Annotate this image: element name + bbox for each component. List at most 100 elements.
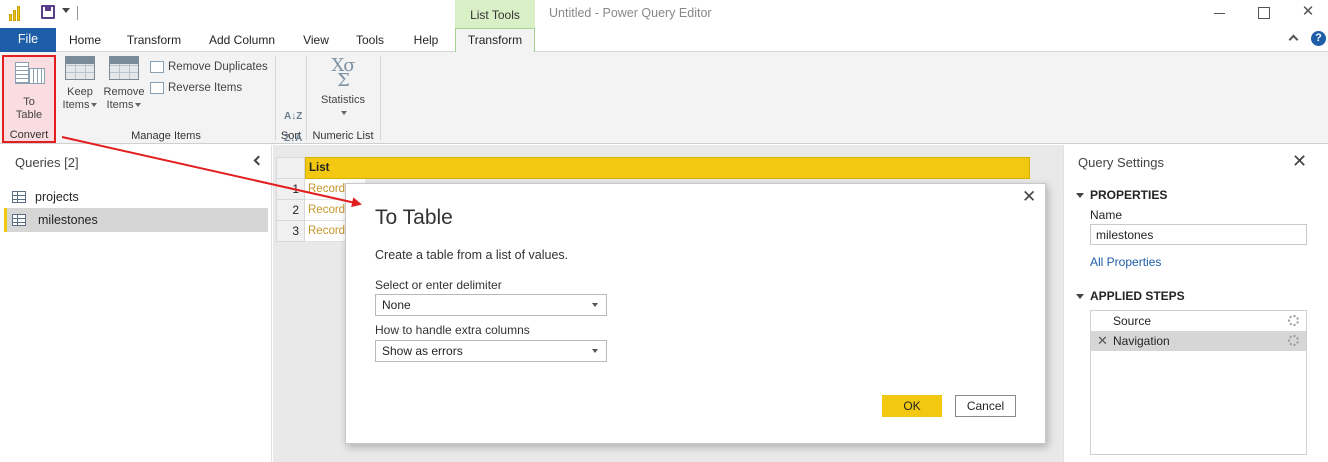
collapse-ribbon-icon[interactable] bbox=[1288, 34, 1299, 45]
ribbon: To Table Convert Keep Items Remove Items… bbox=[0, 52, 1328, 144]
applied-steps-list: Source ✕ Navigation bbox=[1090, 310, 1307, 455]
list-tools-context-header: List Tools bbox=[455, 0, 535, 28]
remove-items-label-line1: Remove bbox=[103, 86, 145, 98]
tab-help[interactable]: Help bbox=[404, 28, 448, 52]
dialog-title: To Table bbox=[375, 206, 453, 229]
window-title: Untitled - Power Query Editor bbox=[549, 6, 712, 20]
dialog-close-icon[interactable]: ✕ bbox=[1022, 187, 1036, 207]
ribbon-group-sort: Sort bbox=[276, 52, 306, 144]
collapse-triangle-icon bbox=[1076, 294, 1084, 300]
extra-columns-select[interactable]: Show as errors bbox=[375, 340, 607, 362]
tab-add-column[interactable]: Add Column bbox=[202, 28, 282, 52]
sort-ascending-icon[interactable]: A↓Z bbox=[284, 112, 302, 122]
keep-items-label-line1: Keep bbox=[67, 86, 93, 98]
keep-items-label-line2: Items bbox=[62, 99, 90, 111]
maximize-button[interactable] bbox=[1254, 4, 1274, 22]
tab-tools[interactable]: Tools bbox=[350, 28, 390, 52]
remove-items-icon bbox=[109, 56, 139, 80]
column-header-list[interactable]: List bbox=[305, 157, 1030, 179]
ribbon-separator bbox=[380, 56, 381, 140]
applied-steps-section-header[interactable]: APPLIED STEPS bbox=[1076, 289, 1185, 303]
to-table-label-line1: To bbox=[23, 96, 35, 108]
name-label: Name bbox=[1090, 208, 1123, 222]
collapse-queries-icon[interactable] bbox=[253, 155, 264, 166]
queries-pane: Queries [2] projects milestones bbox=[0, 145, 272, 462]
save-icon[interactable] bbox=[41, 5, 55, 19]
query-item-milestones[interactable]: milestones bbox=[4, 208, 268, 232]
remove-duplicates-icon bbox=[150, 61, 164, 73]
statistics-icon: Χσ Σ bbox=[331, 55, 355, 91]
power-bi-logo-icon bbox=[9, 5, 23, 21]
reverse-items-button[interactable]: Reverse Items bbox=[148, 79, 242, 97]
cancel-button[interactable]: Cancel bbox=[955, 395, 1016, 417]
group-label-manage-items: Manage Items bbox=[131, 130, 201, 142]
applied-steps-heading: APPLIED STEPS bbox=[1090, 289, 1185, 303]
step-navigation[interactable]: ✕ Navigation bbox=[1091, 331, 1306, 351]
row-number[interactable]: 3 bbox=[276, 221, 305, 242]
gear-icon[interactable] bbox=[1288, 335, 1299, 346]
step-label: Navigation bbox=[1113, 334, 1170, 348]
query-settings-pane: Query Settings ✕ PROPERTIES Name All Pro… bbox=[1063, 145, 1328, 462]
ribbon-group-numeric-list: Χσ Σ Statistics Numeric List bbox=[307, 52, 379, 144]
statistics-label: Statistics bbox=[320, 94, 365, 106]
keep-items-button[interactable]: Keep Items bbox=[62, 56, 98, 112]
query-item-label: milestones bbox=[38, 213, 98, 227]
to-table-icon bbox=[13, 56, 45, 86]
grid-corner[interactable] bbox=[276, 157, 305, 179]
quick-access-separator bbox=[77, 6, 78, 20]
chevron-down-icon bbox=[592, 303, 598, 307]
extra-columns-label: How to handle extra columns bbox=[375, 323, 530, 337]
chevron-down-icon bbox=[135, 103, 142, 108]
tab-transform[interactable]: Transform bbox=[121, 28, 187, 52]
title-bar: List Tools Untitled - Power Query Editor… bbox=[0, 0, 1328, 28]
remove-duplicates-label: Remove Duplicates bbox=[168, 61, 268, 73]
help-icon[interactable]: ? bbox=[1311, 31, 1326, 46]
all-properties-link[interactable]: All Properties bbox=[1090, 255, 1161, 269]
chevron-down-icon bbox=[592, 349, 598, 353]
group-label-convert: Convert bbox=[9, 129, 49, 141]
tab-file[interactable]: File bbox=[0, 28, 56, 52]
delimiter-label: Select or enter delimiter bbox=[375, 278, 502, 292]
collapse-triangle-icon bbox=[1076, 193, 1084, 199]
keep-items-icon bbox=[65, 56, 95, 80]
tab-view[interactable]: View bbox=[296, 28, 336, 52]
sort-descending-icon[interactable]: Z↓A bbox=[284, 134, 302, 144]
to-table-dialog: ✕ To Table Create a table from a list of… bbox=[345, 183, 1046, 444]
properties-section-header[interactable]: PROPERTIES bbox=[1076, 188, 1167, 202]
to-table-button[interactable]: To Table bbox=[4, 56, 54, 122]
row-number[interactable]: 1 bbox=[276, 179, 305, 200]
minimize-button[interactable] bbox=[1210, 4, 1230, 22]
close-window-button[interactable]: ✕ bbox=[1298, 4, 1318, 22]
step-source[interactable]: Source bbox=[1091, 311, 1306, 331]
table-icon bbox=[12, 214, 26, 226]
remove-items-label-line2: Items bbox=[106, 99, 134, 111]
step-label: Source bbox=[1113, 314, 1152, 328]
chevron-down-icon bbox=[91, 103, 98, 108]
extra-columns-value: Show as errors bbox=[382, 344, 463, 358]
ok-button[interactable]: OK bbox=[882, 395, 942, 417]
delimiter-value: None bbox=[382, 298, 411, 312]
remove-duplicates-button[interactable]: Remove Duplicates bbox=[148, 58, 268, 76]
remove-items-button[interactable]: Remove Items bbox=[102, 56, 146, 112]
ribbon-group-manage-items: Keep Items Remove Items Remove Duplicate… bbox=[58, 52, 274, 144]
query-name-input[interactable] bbox=[1090, 224, 1307, 245]
reverse-items-icon bbox=[150, 82, 164, 94]
tab-home[interactable]: Home bbox=[63, 28, 107, 52]
chevron-down-icon bbox=[341, 111, 347, 116]
statistics-button[interactable]: Χσ Σ Statistics bbox=[313, 55, 373, 120]
quick-access-dropdown-icon[interactable] bbox=[62, 8, 70, 13]
dialog-description: Create a table from a list of values. bbox=[375, 248, 569, 262]
ribbon-group-convert: To Table Convert bbox=[0, 52, 58, 144]
gear-icon[interactable] bbox=[1288, 315, 1299, 326]
query-item-label: projects bbox=[35, 190, 79, 204]
close-icon[interactable]: ✕ bbox=[1292, 151, 1307, 172]
group-label-numeric-list: Numeric List bbox=[312, 130, 374, 142]
to-table-label-line2: Table bbox=[15, 109, 43, 121]
delete-step-icon[interactable]: ✕ bbox=[1097, 331, 1108, 351]
ribbon-tabs: File Home Transform Add Column View Tool… bbox=[0, 28, 1328, 53]
queries-pane-title: Queries [2] bbox=[15, 155, 79, 170]
row-number[interactable]: 2 bbox=[276, 200, 305, 221]
tab-list-transform[interactable]: Transform bbox=[455, 28, 535, 53]
query-item-projects[interactable]: projects bbox=[4, 185, 268, 209]
delimiter-select[interactable]: None bbox=[375, 294, 607, 316]
